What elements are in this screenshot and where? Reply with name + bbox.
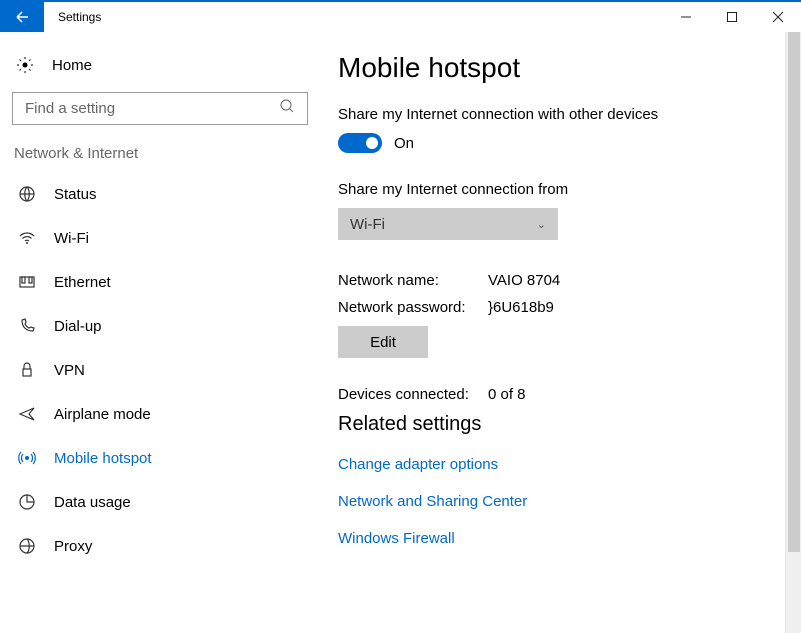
toggle-state: On [394,135,414,152]
minimize-button[interactable] [663,2,709,32]
sidebar-item-label: Proxy [54,538,92,555]
network-name-value: VAIO 8704 [488,272,560,289]
ethernet-icon [18,273,36,291]
home-label: Home [52,57,92,74]
share-toggle[interactable] [338,133,382,153]
link-windows-firewall[interactable]: Windows Firewall [338,530,773,547]
sidebar-home[interactable]: Home [12,50,298,92]
window-title: Settings [44,2,115,32]
sidebar-item-proxy[interactable]: Proxy [12,524,298,568]
sidebar: Home Network & Internet Status Wi-Fi Eth… [0,32,310,633]
globe-icon [18,185,36,203]
search-input[interactable] [25,100,279,117]
sidebar-item-ethernet[interactable]: Ethernet [12,260,298,304]
search-icon [279,98,295,119]
share-from-select[interactable]: Wi-Fi ⌄ [338,208,558,240]
devices-label: Devices connected: [338,386,488,403]
sidebar-item-data-usage[interactable]: Data usage [12,480,298,524]
sidebar-item-label: Ethernet [54,274,111,291]
search-box[interactable] [12,92,308,125]
sidebar-item-wifi[interactable]: Wi-Fi [12,216,298,260]
hotspot-icon [18,449,36,467]
sidebar-item-status[interactable]: Status [12,172,298,216]
close-button[interactable] [755,2,801,32]
link-network-sharing[interactable]: Network and Sharing Center [338,493,773,510]
maximize-button[interactable] [709,2,755,32]
airplane-icon [18,405,36,423]
data-usage-icon [18,493,36,511]
wifi-icon [18,229,36,247]
sidebar-item-hotspot[interactable]: Mobile hotspot [12,436,298,480]
link-adapter-options[interactable]: Change adapter options [338,456,773,473]
edit-button[interactable]: Edit [338,326,428,358]
network-name-label: Network name: [338,272,488,289]
share-from-value: Wi-Fi [350,216,385,233]
proxy-icon [18,537,36,555]
sidebar-item-label: Wi-Fi [54,230,89,247]
sidebar-item-label: Data usage [54,494,131,511]
gear-icon [16,56,34,74]
content-area: Mobile hotspot Share my Internet connect… [310,32,801,633]
scrollbar-thumb[interactable] [788,32,800,552]
devices-value: 0 of 8 [488,386,526,403]
chevron-down-icon: ⌄ [537,218,546,231]
titlebar: Settings [0,0,801,32]
sidebar-item-label: Airplane mode [54,406,151,423]
vpn-icon [18,361,36,379]
network-password-value: }6U618b9 [488,299,554,316]
sidebar-item-vpn[interactable]: VPN [12,348,298,392]
related-settings-title: Related settings [338,413,773,436]
sidebar-item-airplane[interactable]: Airplane mode [12,392,298,436]
sidebar-item-label: Dial-up [54,318,102,335]
phone-icon [18,317,36,335]
network-password-label: Network password: [338,299,488,316]
sidebar-item-label: VPN [54,362,85,379]
sidebar-item-dialup[interactable]: Dial-up [12,304,298,348]
share-label: Share my Internet connection with other … [338,106,773,123]
edit-button-label: Edit [370,334,396,351]
page-title: Mobile hotspot [338,52,773,84]
back-button[interactable] [0,2,44,32]
scrollbar[interactable] [785,32,801,633]
share-from-label: Share my Internet connection from [338,181,773,198]
sidebar-item-label: Mobile hotspot [54,450,152,467]
sidebar-section-label: Network & Internet [12,145,298,172]
sidebar-item-label: Status [54,186,97,203]
